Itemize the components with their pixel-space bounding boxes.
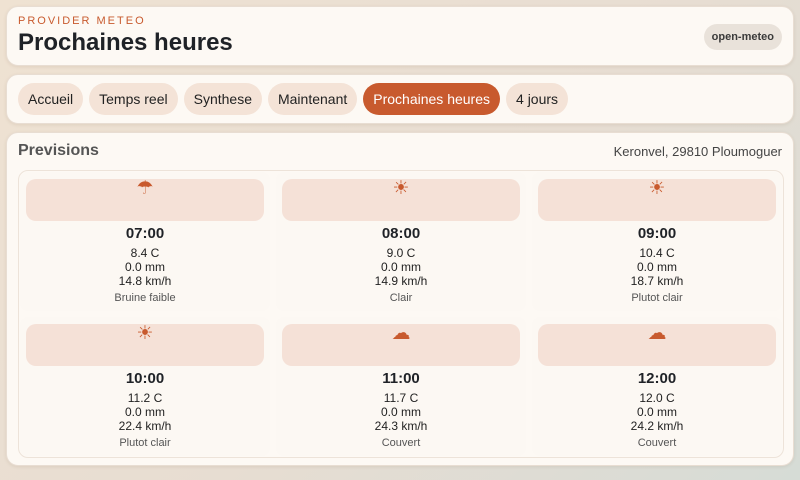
page-title: Prochaines heures [18,29,233,56]
forecast-time: 08:00 [381,225,421,242]
forecast-time: 09:00 [637,225,677,242]
precipitation: 0.0 mm [380,405,421,419]
sun-icon: ☀ [136,323,154,344]
temperature: 8.4 C [130,246,160,260]
tab-maintenant[interactable]: Maintenant [267,83,358,115]
tab-prochaines-heures[interactable]: Prochaines heures [363,83,501,115]
forecast-time: 07:00 [125,225,165,242]
forecast-card: ☁ 12:00 12.0 C 0.0 mm 24.2 km/h Couvert [532,317,782,456]
forecast-values: 12.0 C 0.0 mm 24.2 km/h [532,391,782,433]
wind-speed: 22.4 km/h [118,419,172,433]
section-title: Previsions [18,142,99,159]
location-label: Keronvel, 29810 Ploumoguer [613,144,782,159]
app-header: PROVIDER METEO Prochaines heures open-me… [6,6,794,66]
nav-bar: Accueil Temps reel Synthese Maintenant P… [6,74,794,124]
weather-description: Plutot clair [631,292,683,304]
weather-icon-box: ☁ [538,324,776,366]
sun-icon: ☀ [392,178,410,199]
forecast-card: ☀ 08:00 9.0 C 0.0 mm 14.9 km/h Clair [276,172,526,311]
forecast-card: ☀ 10:00 11.2 C 0.0 mm 22.4 km/h Plutot c… [20,317,270,456]
precipitation: 0.0 mm [124,260,165,274]
forecast-card: ☁ 11:00 11.7 C 0.0 mm 24.3 km/h Couvert [276,317,526,456]
forecast-time: 11:00 [382,370,420,387]
precipitation: 0.0 mm [636,405,677,419]
precipitation: 0.0 mm [636,260,677,274]
temperature: 11.2 C [127,391,163,405]
weather-description: Clair [389,292,413,304]
forecast-values: 9.0 C 0.0 mm 14.9 km/h [276,246,526,288]
forecast-time: 12:00 [637,370,677,387]
weather-description: Plutot clair [119,437,171,449]
weather-icon-box: ☀ [26,324,264,366]
forecast-grid: ☂ 07:00 8.4 C 0.0 mm 14.8 km/h Bruine fa… [18,170,784,458]
forecast-card: ☀ 09:00 10.4 C 0.0 mm 18.7 km/h Plutot c… [532,172,782,311]
wind-speed: 14.9 km/h [374,274,428,288]
weather-icon-box: ☀ [282,179,520,221]
wind-speed: 14.8 km/h [118,274,172,288]
temperature: 12.0 C [639,391,675,405]
nav-tabs: Accueil Temps reel Synthese Maintenant P… [18,83,569,115]
precipitation: 0.0 mm [124,405,165,419]
weather-description: Couvert [381,437,421,449]
temperature: 11.7 C [383,391,419,405]
weather-icon-box: ☂ [26,179,264,221]
forecast-panel: Previsions Keronvel, 29810 Ploumoguer ☂ … [6,132,794,466]
temperature: 9.0 C [386,246,416,260]
forecast-values: 10.4 C 0.0 mm 18.7 km/h [532,246,782,288]
weather-description: Couvert [637,437,677,449]
provider-label: PROVIDER METEO [18,15,146,27]
temperature: 10.4 C [639,246,675,260]
forecast-time: 10:00 [125,370,165,387]
weather-icon-box: ☀ [538,179,776,221]
tab-4-jours[interactable]: 4 jours [506,83,569,115]
umbrella-icon: ☂ [136,178,154,199]
wind-speed: 18.7 km/h [630,274,684,288]
provider-badge: open-meteo [703,24,782,50]
tab-synthese[interactable]: Synthese [183,83,262,115]
cloud-icon: ☁ [391,323,411,344]
precipitation: 0.0 mm [380,260,421,274]
forecast-values: 8.4 C 0.0 mm 14.8 km/h [20,246,270,288]
wind-speed: 24.3 km/h [374,419,428,433]
wind-speed: 24.2 km/h [630,419,684,433]
cloud-icon: ☁ [647,323,667,344]
forecast-values: 11.2 C 0.0 mm 22.4 km/h [20,391,270,433]
weather-description: Bruine faible [114,292,176,304]
tab-accueil[interactable]: Accueil [18,83,84,115]
sun-icon: ☀ [648,178,666,199]
tab-temps-reel[interactable]: Temps reel [89,83,178,115]
forecast-values: 11.7 C 0.0 mm 24.3 km/h [276,391,526,433]
forecast-card: ☂ 07:00 8.4 C 0.0 mm 14.8 km/h Bruine fa… [20,172,270,311]
weather-icon-box: ☁ [282,324,520,366]
